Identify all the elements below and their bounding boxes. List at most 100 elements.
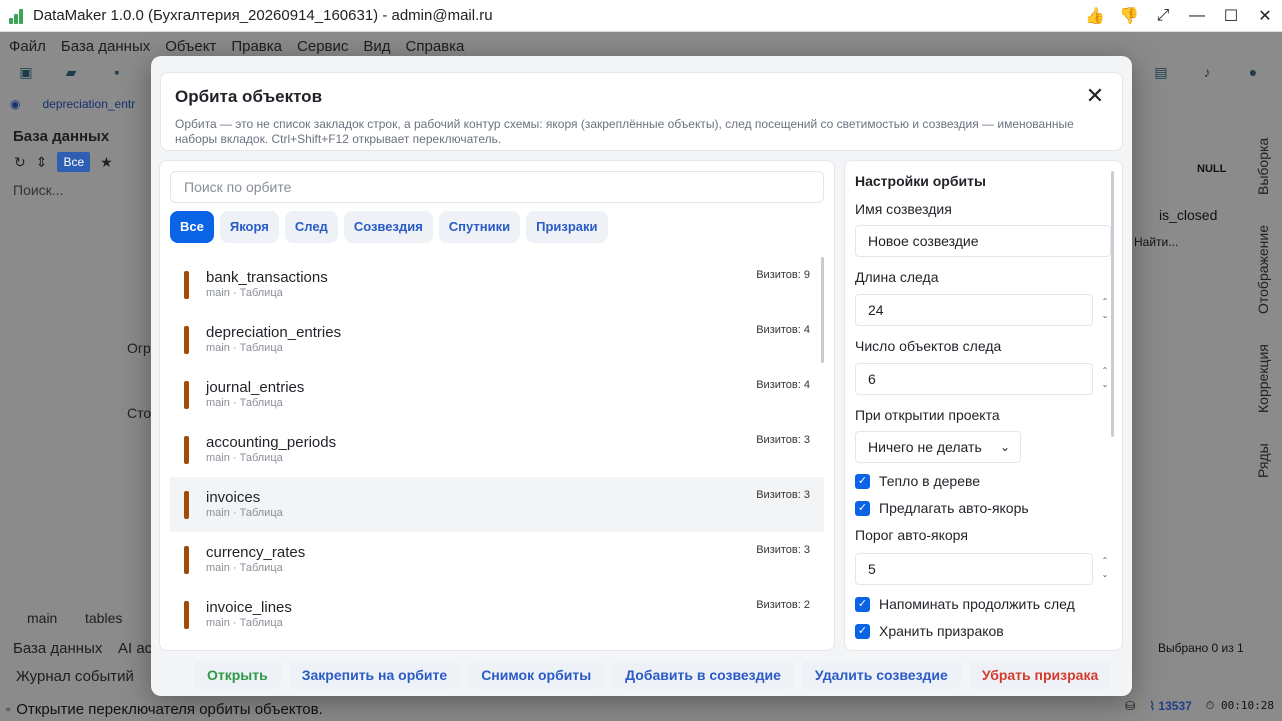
- maximize-icon[interactable]: ☐: [1214, 6, 1248, 26]
- list-item[interactable]: invoice_lines main · Таблица Визитов: 2: [170, 587, 824, 642]
- list-item[interactable]: accounting_periods main · Таблица Визито…: [170, 422, 824, 477]
- checkbox-checked-icon[interactable]: ✓: [855, 500, 870, 516]
- object-meta: main · Таблица: [206, 507, 283, 519]
- bottom-tab-ai[interactable]: AI ас: [118, 640, 152, 657]
- dialog-close-button[interactable]: ✕: [1082, 83, 1108, 109]
- new-project-icon[interactable]: ▣: [16, 64, 36, 84]
- menu-file[interactable]: Файл: [0, 36, 52, 58]
- menu-help[interactable]: Справка: [397, 36, 471, 58]
- suggest-anchor-checkbox[interactable]: ✓ Предлагать авто-якорь: [855, 500, 1029, 516]
- chevron-down-icon[interactable]: ⌄: [1102, 311, 1109, 320]
- anchor-threshold-input[interactable]: [855, 553, 1093, 585]
- target-icon[interactable]: ◉: [10, 97, 20, 111]
- filter-chip-satellites[interactable]: Спутники: [438, 211, 521, 243]
- chevron-up-icon[interactable]: ⌃: [1102, 556, 1109, 565]
- tab-depreciation[interactable]: depreciation_entr: [42, 97, 135, 111]
- menu-edit[interactable]: Правка: [222, 36, 288, 58]
- warm-tree-checkbox[interactable]: ✓ Тепло в дереве: [855, 473, 980, 489]
- tree-group-label[interactable]: Сто: [127, 405, 151, 421]
- left-search-input[interactable]: Поиск...: [13, 182, 63, 198]
- add-to-constellation-button[interactable]: Добавить в созвездие: [612, 661, 794, 689]
- vtab-rows[interactable]: Ряды: [1255, 443, 1271, 478]
- window-title: DataMaker 1.0.0 (Бухгалтерия_20260914_16…: [33, 7, 493, 24]
- vtab-display[interactable]: Отображение: [1255, 225, 1271, 314]
- close-icon[interactable]: ✕: [1248, 6, 1282, 26]
- null-badge[interactable]: NULL: [1197, 163, 1226, 175]
- filter-all-button[interactable]: Все: [57, 152, 91, 172]
- trail-length-input[interactable]: [855, 294, 1093, 326]
- status-message: Открытие переключателя орбиты объектов.: [16, 700, 323, 718]
- trail-objects-stepper[interactable]: ⌃ ⌄: [1099, 364, 1111, 394]
- suggest-anchor-label: Предлагать авто-якорь: [879, 500, 1029, 516]
- pdf-icon[interactable]: ▤: [1151, 64, 1171, 84]
- bottom-tab-database[interactable]: База данных: [13, 640, 102, 657]
- menu-database[interactable]: База данных: [52, 36, 156, 58]
- remind-trail-checkbox[interactable]: ✓ Напоминать продолжить след: [855, 596, 1075, 612]
- vtab-selection[interactable]: Выборка: [1255, 138, 1271, 195]
- checkbox-checked-icon[interactable]: ✓: [855, 623, 870, 639]
- chevron-up-icon[interactable]: ⌃: [1102, 366, 1109, 375]
- chevron-down-icon[interactable]: ⌄: [1102, 380, 1109, 389]
- menu-service[interactable]: Сервис: [288, 36, 354, 58]
- orbit-snapshot-button[interactable]: Снимок орбиты: [468, 661, 605, 689]
- document-tab-strip: ◉ depreciation_entr: [10, 92, 135, 116]
- thumbs-down-icon[interactable]: 👎: [1112, 6, 1146, 26]
- filter-chip-trail[interactable]: След: [284, 211, 338, 243]
- chevron-down-icon: ⌄: [999, 440, 1010, 454]
- orbit-search-input[interactable]: [170, 171, 824, 203]
- list-item[interactable]: depreciation_entries main · Таблица Визи…: [170, 312, 824, 367]
- remove-ghost-button[interactable]: Убрать призрака: [968, 661, 1112, 689]
- list-scrollbar[interactable]: [821, 257, 824, 363]
- object-color-bar: [184, 381, 189, 409]
- column-find-input[interactable]: Найти...: [1134, 235, 1178, 249]
- breadcrumb-tables[interactable]: tables: [85, 610, 122, 626]
- open-folder-icon[interactable]: ▰: [61, 64, 81, 84]
- delete-constellation-button[interactable]: Удалить созвездие: [801, 661, 961, 689]
- event-log-tab[interactable]: Журнал событий: [16, 668, 134, 685]
- pin-to-orbit-button[interactable]: Закрепить на орбите: [288, 661, 461, 689]
- tree-group-label[interactable]: Огр: [127, 340, 151, 356]
- trail-length-label: Длина следа: [855, 269, 939, 285]
- list-item-selected[interactable]: invoices main · Таблица Визитов: 3: [170, 477, 824, 532]
- orbit-settings-panel: Настройки орбиты Имя созвездия Длина сле…: [844, 160, 1123, 651]
- list-item[interactable]: bank_transactions main · Таблица Визитов…: [170, 257, 824, 312]
- anchor-threshold-stepper[interactable]: ⌃ ⌄: [1099, 554, 1111, 584]
- record-icon[interactable]: ●: [1243, 64, 1263, 84]
- star-icon[interactable]: ★: [100, 154, 113, 171]
- object-color-bar: [184, 326, 189, 354]
- fullscreen-icon[interactable]: ⤢: [1146, 7, 1180, 25]
- trail-objects-input[interactable]: [855, 363, 1093, 395]
- breadcrumb-main[interactable]: main: [27, 610, 57, 626]
- clef-icon[interactable]: ♪: [1197, 64, 1217, 84]
- chevron-down-icon[interactable]: ⌄: [1102, 570, 1109, 579]
- menu-object[interactable]: Объект: [156, 36, 222, 58]
- trail-length-stepper[interactable]: ⌃ ⌄: [1099, 295, 1111, 325]
- filter-chip-all[interactable]: Все: [170, 211, 214, 243]
- filter-chip-constellations[interactable]: Созвездия: [343, 211, 433, 243]
- on-open-select[interactable]: Ничего не делать ⌄: [855, 431, 1021, 463]
- minimize-icon[interactable]: —: [1180, 7, 1214, 25]
- menu-view[interactable]: Вид: [354, 36, 396, 58]
- keep-ghosts-checkbox[interactable]: ✓ Хранить призраков: [855, 623, 1004, 639]
- refresh-icon[interactable]: ↻: [14, 154, 26, 171]
- checkbox-checked-icon[interactable]: ✓: [855, 596, 870, 612]
- open-button[interactable]: Открыть: [194, 661, 281, 689]
- list-item[interactable]: journal_entries main · Таблица Визитов: …: [170, 367, 824, 422]
- save-icon[interactable]: ▪: [107, 64, 127, 84]
- chevron-up-icon[interactable]: ⌃: [1102, 297, 1109, 306]
- list-item[interactable]: currency_rates main · Таблица Визитов: 3: [170, 532, 824, 587]
- object-meta: main · Таблица: [206, 397, 283, 409]
- timer-value: 00:10:28: [1221, 699, 1274, 712]
- object-name: journal_entries: [206, 379, 305, 396]
- filter-chip-anchors[interactable]: Якоря: [219, 211, 279, 243]
- thumbs-up-icon[interactable]: 👍: [1078, 6, 1112, 26]
- filter-chip-ghosts[interactable]: Призраки: [526, 211, 608, 243]
- db-icon[interactable]: ⛁: [1125, 699, 1135, 713]
- collapse-icon[interactable]: ⇕: [36, 154, 48, 171]
- vtab-correction[interactable]: Коррекция: [1255, 344, 1271, 413]
- constellation-name-input[interactable]: [855, 225, 1111, 257]
- checkbox-checked-icon[interactable]: ✓: [855, 473, 870, 489]
- settings-scrollbar[interactable]: [1111, 171, 1114, 437]
- close-icon: ✕: [1085, 83, 1105, 108]
- object-meta: main · Таблица: [206, 452, 283, 464]
